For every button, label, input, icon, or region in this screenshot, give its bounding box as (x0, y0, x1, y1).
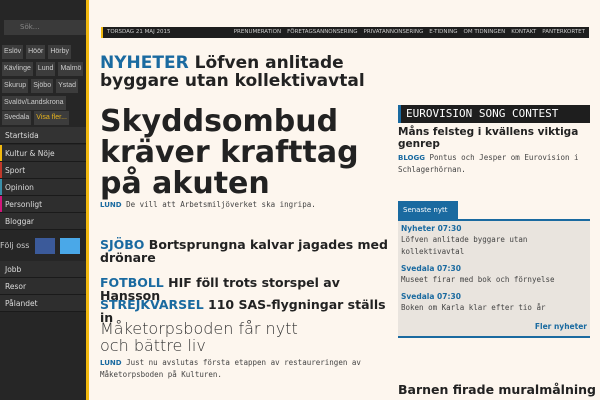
nav-kultur[interactable]: Kultur & Nöje (0, 145, 86, 162)
lead-headline[interactable]: NYHETER Löfven anlitade byggare utan kol… (100, 54, 400, 90)
latest-time: Svedala 07:30 (401, 292, 461, 301)
top-link[interactable]: KONTAKT (511, 29, 536, 35)
nav-palandet[interactable]: Pålandet (0, 295, 86, 312)
latest-text: Boken om Karla klar efter tio år (401, 303, 546, 312)
town-tag-row: Eslöv Höör Hörby (2, 45, 88, 59)
nav-opinion[interactable]: Opinion (0, 179, 86, 196)
date: TORSDAG 21 MAJ 2015 (107, 29, 171, 35)
nav-label: Personligt (5, 200, 43, 209)
show-more-towns[interactable]: Visa fler... (34, 111, 69, 125)
town-tag[interactable]: Svalöv/Landskrona (2, 96, 66, 110)
bottom-headline[interactable]: Barnen firade muralmålning (398, 382, 598, 397)
nav-label: Kultur & Nöje (5, 149, 55, 158)
top-link[interactable]: E-TIDNING (429, 29, 457, 35)
top-link[interactable]: OM TIDNINGEN (464, 29, 506, 35)
town-tag[interactable]: Malmö (58, 62, 84, 76)
nav-startsida[interactable]: Startsida (0, 127, 86, 144)
eurovision-summary: BLOGG Pontus och Jesper om Eurovision i … (398, 152, 593, 176)
latest-item[interactable]: Svedala 07:30 Museet firar med bok och fö… (401, 264, 587, 286)
follow-label: Följ oss (0, 241, 30, 250)
latest-text: Museet firar med bok och förnyelse (401, 275, 555, 284)
summary-text: Pontus och Jesper om Eurovision i Schlag… (398, 153, 579, 174)
section-color-bar (0, 179, 2, 195)
town-tag-row: Svedala Visa fler... (2, 111, 88, 125)
latest-item[interactable]: Svedala 07:30 Boken om Karla klar efter t… (401, 292, 587, 314)
nav-resor[interactable]: Resor (0, 278, 86, 295)
section-color-bar (0, 145, 2, 161)
nav-label: Sport (5, 166, 26, 175)
nav-label: Startsida (5, 131, 39, 140)
search-input[interactable]: Sök... (4, 20, 86, 35)
feature-headline[interactable]: Måketorpsboden får nytt och bättre liv (100, 320, 320, 354)
facebook-icon[interactable] (35, 238, 55, 254)
town-tag-row: Skurup Sjöbo Ystad (2, 79, 88, 93)
town-tag[interactable]: Lund (35, 62, 56, 76)
kicker: LUND (100, 201, 122, 209)
latest-news-list: Nyheter 07:30 Löfven anlitade byggare uta… (398, 219, 590, 338)
nav-label: Pålandet (5, 299, 38, 308)
nav-label: Jobb (5, 265, 22, 274)
town-tag[interactable]: Svedala (2, 111, 32, 125)
latest-text: Löfven anlitade byggare utan kollektivav… (401, 235, 528, 256)
tab-latest-news[interactable]: Senaste nytt (398, 201, 458, 219)
eurovision-headline[interactable]: Måns felsteg i kvällens viktiga genrep (398, 126, 593, 150)
top-story-headline[interactable]: Skyddsombud kräver krafttag på akuten (100, 106, 370, 199)
kicker: BLOGG (398, 154, 425, 162)
town-tag-row: Svalöv/Landskrona (2, 96, 88, 110)
town-tag[interactable]: Hörby (48, 45, 71, 59)
twitter-icon[interactable] (60, 238, 80, 254)
nav-sport[interactable]: Sport (0, 162, 86, 179)
top-link[interactable]: PRIVATANNONSERING (364, 29, 424, 35)
town-tag[interactable]: Kävlinge (2, 62, 33, 76)
top-bar: TORSDAG 21 MAJ 2015 PRENUMERATION FÖRETAG… (101, 27, 589, 38)
more-news-link[interactable]: Fler nyheter (535, 322, 587, 331)
town-tag[interactable]: Sjöbo (31, 79, 54, 93)
town-tag[interactable]: Ystad (56, 79, 78, 93)
eurovision-header[interactable]: EUROVISION SONG CONTEST (398, 105, 590, 123)
news-item[interactable]: SJÖBO Bortsprungna kalvar jagades med dr… (100, 238, 400, 264)
sidebar: Sök... Eslöv Höör Hörby Kävlinge Lund Ma… (0, 0, 89, 400)
headline-text: Bortsprungna kalvar jagades med drönare (100, 237, 388, 265)
summary-text: De vill att Arbetsmiljöverket ska ingrip… (126, 200, 316, 209)
kicker: STREJKVARSEL (100, 297, 204, 312)
nav-personligt[interactable]: Personligt (0, 196, 86, 213)
nav-label: Resor (5, 282, 27, 291)
latest-time: Nyheter 07:30 (401, 224, 462, 233)
feature-summary: LUND Just nu avslutas första etappen av … (100, 357, 392, 381)
section-color-bar (0, 196, 2, 212)
town-tag[interactable]: Eslöv (2, 45, 24, 59)
kicker: LUND (100, 359, 122, 367)
nav-label: Opinion (5, 183, 34, 192)
top-story-summary: LUND De vill att Arbetsmiljöverket ska i… (100, 199, 380, 211)
kicker: NYHETER (100, 53, 189, 73)
summary-text: Just nu avslutas första etappen av resta… (100, 358, 361, 379)
top-link[interactable]: PANTERKORTET (542, 29, 585, 35)
nav-label: Bloggar (5, 217, 35, 226)
town-tag[interactable]: Höör (26, 45, 46, 59)
nav-jobb[interactable]: Jobb (0, 261, 86, 278)
latest-item[interactable]: Nyheter 07:30 Löfven anlitade byggare uta… (401, 224, 587, 258)
section-color-bar (0, 162, 2, 178)
top-link[interactable]: FÖRETAGSANNONSERING (287, 29, 357, 35)
town-tag-row: Kävlinge Lund Malmö (2, 62, 88, 76)
top-link[interactable]: PRENUMERATION (234, 29, 281, 35)
latest-time: Svedala 07:30 (401, 264, 461, 273)
nav-bloggar[interactable]: Bloggar (0, 213, 86, 230)
town-tag[interactable]: Skurup (2, 79, 29, 93)
